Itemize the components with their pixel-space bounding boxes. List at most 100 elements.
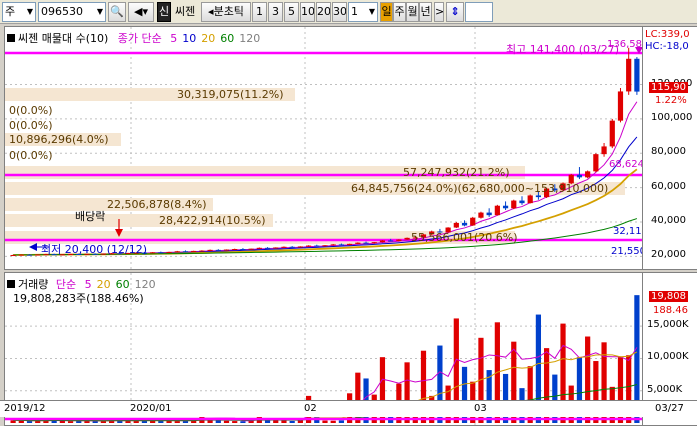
candle	[371, 242, 377, 244]
price-pane[interactable]: 30,319,075(11.2%) 0(0.0%) 0(0.0%) 10,896,29…	[4, 26, 643, 270]
price-tick: 100,000	[651, 111, 693, 123]
candle	[601, 146, 607, 155]
search-icon[interactable]: 🔍	[108, 2, 126, 22]
low-label: 최저 20,400 (12/12)	[41, 243, 148, 256]
period-button[interactable]: 1	[252, 2, 267, 22]
volume-profile-label: 0(0.0%)	[9, 104, 53, 117]
candle	[461, 222, 468, 226]
period-value: 1	[351, 5, 358, 18]
price-tick: 80,000	[651, 146, 686, 158]
candle	[527, 195, 533, 204]
candle	[519, 200, 525, 204]
candle	[626, 58, 632, 92]
volume-value: 19,808,283주(188.46%)	[13, 292, 144, 305]
volume-bar	[281, 420, 287, 423]
date-tick: 2019/12	[4, 403, 46, 414]
volume-profile-label: 0(0.0%)	[9, 119, 53, 132]
candle	[273, 247, 279, 249]
candle	[511, 200, 517, 209]
empty-input[interactable]	[465, 2, 493, 22]
candle	[281, 246, 287, 248]
candle	[297, 246, 303, 248]
candle	[355, 242, 361, 244]
candle	[182, 251, 189, 253]
volume-profile-label: 57,247,932(21.2%)	[403, 166, 510, 179]
volume-current: 19,808	[649, 291, 688, 302]
volume-profile-label: 0(0.0%)	[9, 149, 53, 162]
period-button[interactable]: 10	[300, 2, 315, 22]
annotation-21550: 21,550	[611, 246, 643, 257]
period-select[interactable]: 1 ▼	[348, 2, 378, 22]
volume-bar	[76, 420, 82, 423]
lc-label: LC:339,0	[645, 29, 690, 40]
candle	[502, 205, 509, 209]
code-input[interactable]: 096530 ▼	[38, 2, 106, 22]
volume-pct: 188.46	[653, 305, 688, 316]
candle	[363, 242, 369, 244]
volume-bar	[141, 420, 148, 423]
market-select[interactable]: 주 ▼	[2, 2, 36, 22]
code-value: 096530	[41, 5, 83, 18]
volume-profile-label: 64,845,756(24.0%)(62,680,000~153,910,000…	[351, 182, 608, 195]
market-value: 주	[5, 5, 16, 18]
candle	[150, 252, 156, 254]
view-button[interactable]: 월	[406, 2, 419, 22]
ma-legend-item: 5	[170, 32, 178, 45]
price-tick: 20,000	[651, 249, 686, 261]
volume-profile-label: 22,506,878(8.4%)	[107, 198, 207, 211]
ma-legend-item: 10	[182, 32, 197, 45]
volume-profile-label: 28,422,914(10.5%)	[159, 214, 266, 227]
candle	[191, 250, 197, 252]
view-button[interactable]: 일	[380, 2, 393, 22]
candle	[199, 250, 205, 252]
stock-name: 씨젠	[172, 2, 200, 22]
current-price: 115,90	[649, 82, 688, 93]
speaker-icon[interactable]: ◀▾	[128, 2, 154, 22]
period-button[interactable]: 5	[284, 2, 299, 22]
date-tick: 03	[474, 403, 487, 414]
updown-icon[interactable]: ⇕	[446, 2, 464, 22]
price-chart[interactable]: 30,319,075(11.2%)0(0.0%)0(0.0%)10,896,29…	[5, 27, 643, 270]
new-badge[interactable]: 신	[157, 2, 171, 22]
candle	[232, 249, 238, 251]
volume-bar	[289, 420, 295, 423]
candle	[322, 245, 328, 247]
candle	[166, 251, 172, 253]
view-button[interactable]: 주	[393, 2, 406, 22]
price-scale[interactable]: LC:339,0 HC:-18,0 120,000100,00080,00060…	[643, 26, 697, 270]
candle	[486, 212, 492, 216]
annotation-32113: 32,113	[613, 226, 642, 237]
candle	[634, 58, 640, 92]
volume-profile-label: 55,566,001(20.6%)	[411, 231, 518, 244]
candle	[264, 247, 271, 249]
candle	[404, 237, 410, 240]
date-tick: 2020/01	[130, 403, 172, 414]
chevron-down-icon: ▼	[96, 7, 103, 16]
volume-bar	[240, 421, 246, 423]
tab-split-tick[interactable]: ◂분초틱	[201, 2, 251, 22]
candle	[305, 245, 312, 247]
view-button[interactable]: 년	[419, 2, 432, 22]
candle	[388, 240, 394, 242]
volume-bar	[330, 420, 336, 423]
ma-legend-item: 60	[220, 32, 235, 45]
period-button[interactable]: 20	[316, 2, 331, 22]
period-button[interactable]: 30	[332, 2, 347, 22]
candle	[158, 252, 164, 254]
volume-tick: 15,000K	[647, 319, 689, 331]
candle	[585, 171, 591, 178]
volume-bar	[215, 420, 221, 423]
legend-icon	[7, 280, 15, 288]
dividend-label: 배당락	[75, 210, 106, 223]
ma-legend-item: 20	[201, 32, 216, 45]
ma-period-list: 5 10 20 60 120	[165, 32, 260, 45]
toolbar: 주 ▼ 096530 ▼ 🔍 ◀▾ 신 씨젠 ◂분초틱 1 3 5 10 20 30 1 ▼ 일…	[0, 0, 697, 24]
candle	[223, 249, 230, 251]
price-legend: 씨젠 매물대 수(10) 종가 단순 5 10 20 60 120	[7, 30, 260, 46]
candle	[289, 246, 295, 248]
next-button[interactable]: >	[434, 2, 444, 22]
candle	[35, 254, 41, 256]
annotation-136589: 136,589	[607, 39, 642, 50]
candle	[609, 120, 615, 147]
period-button[interactable]: 3	[268, 2, 283, 22]
